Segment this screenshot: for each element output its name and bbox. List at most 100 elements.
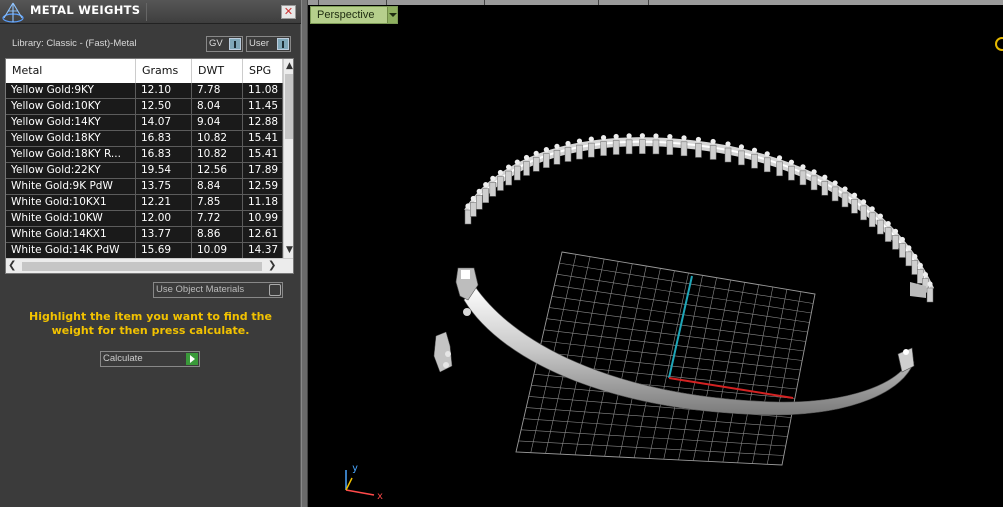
table-row[interactable]: White Gold:14KX1 13.77 8.86 12.61 bbox=[6, 227, 283, 243]
metal-cell: Yellow Gold:18KY R... bbox=[6, 147, 136, 162]
bracelet-bead bbox=[626, 133, 632, 139]
bracelet-bead bbox=[465, 203, 471, 209]
user-toggle-label: User bbox=[249, 38, 270, 49]
column-header-dwt[interactable]: DWT bbox=[192, 59, 243, 83]
gv-toggle-switch-icon[interactable] bbox=[229, 38, 241, 50]
metal-weights-table: Metal Grams DWT SPG Yellow Gold:9KY 12.1… bbox=[5, 58, 294, 274]
bracelet-bead bbox=[681, 135, 687, 141]
table-row[interactable]: Yellow Gold:18KY R... 16.83 10.82 15.41 bbox=[6, 147, 283, 163]
bracelet-link bbox=[738, 150, 745, 166]
metal-cell: White Gold:10KX1 bbox=[6, 195, 136, 210]
bracelet-link bbox=[652, 139, 660, 155]
bracelet-link bbox=[877, 219, 884, 235]
use-object-materials-checkbox[interactable]: Use Object Materials bbox=[153, 282, 283, 298]
title-separator bbox=[146, 3, 147, 21]
bracelet-link bbox=[892, 235, 899, 250]
bracelet-bead bbox=[639, 133, 645, 139]
spg-cell: 10.99 bbox=[243, 211, 283, 226]
spg-cell: 15.41 bbox=[243, 131, 283, 146]
panel-titlebar: METAL WEIGHTS ✕ bbox=[0, 0, 301, 24]
table-row[interactable]: Yellow Gold:14KY 14.07 9.04 12.88 bbox=[6, 115, 283, 131]
bracelet-link bbox=[788, 165, 795, 181]
column-header-metal[interactable]: Metal bbox=[6, 59, 136, 83]
user-toggle-switch-icon[interactable] bbox=[277, 38, 289, 50]
instruction-text: Highlight the item you want to find the … bbox=[29, 310, 272, 337]
bracelet-bead bbox=[710, 138, 716, 145]
grams-cell: 12.00 bbox=[136, 211, 192, 226]
bracelet-bead bbox=[613, 133, 619, 140]
metal-cell: White Gold:9K PdW bbox=[6, 179, 136, 194]
bracelet-link bbox=[884, 227, 892, 242]
bracelet-link bbox=[612, 140, 620, 155]
bracelet-link bbox=[588, 142, 595, 158]
dwt-cell: 12.56 bbox=[192, 163, 243, 178]
table-row[interactable]: Yellow Gold:18KY 16.83 10.82 15.41 bbox=[6, 131, 283, 147]
table-vertical-scrollbar[interactable]: ▲ ▼ bbox=[283, 59, 293, 258]
column-header-spg[interactable]: SPG bbox=[243, 59, 283, 83]
dwt-cell: 8.04 bbox=[192, 99, 243, 114]
table-row[interactable]: White Gold:10KW 12.00 7.72 10.99 bbox=[6, 211, 283, 227]
table-row[interactable]: White Gold:9K PdW 13.75 8.84 12.59 bbox=[6, 179, 283, 195]
scroll-up-icon[interactable]: ▲ bbox=[284, 59, 293, 73]
bracelet-bead bbox=[885, 220, 891, 227]
close-icon[interactable]: ✕ bbox=[281, 5, 296, 19]
column-header-grams[interactable]: Grams bbox=[136, 59, 192, 83]
horizontal-scroll-thumb[interactable] bbox=[22, 262, 262, 271]
spg-cell: 12.59 bbox=[243, 179, 283, 194]
panel-splitter[interactable] bbox=[301, 0, 308, 507]
bracelet-link bbox=[905, 251, 913, 267]
scroll-left-icon[interactable]: ❮ bbox=[8, 260, 16, 271]
bracelet-bead bbox=[906, 245, 912, 251]
view-mode-dropdown[interactable]: Perspective bbox=[310, 6, 398, 24]
scroll-right-icon[interactable]: ❯ bbox=[268, 260, 276, 271]
bracelet-link bbox=[505, 170, 512, 186]
spg-cell: 15.41 bbox=[243, 147, 283, 162]
axis-y-label: y bbox=[352, 463, 359, 474]
spg-cell: 17.89 bbox=[243, 163, 283, 178]
bracelet-link bbox=[695, 143, 702, 158]
bracelet-bead bbox=[476, 188, 482, 194]
bracelet-link bbox=[724, 147, 732, 163]
bracelet-link bbox=[763, 157, 771, 173]
bracelet-bead bbox=[922, 271, 929, 278]
bracelet-link bbox=[831, 186, 839, 202]
bracelet-bead bbox=[600, 135, 607, 141]
scroll-down-icon[interactable]: ▼ bbox=[284, 243, 293, 257]
table-horizontal-scrollbar[interactable]: ❮ ❯ bbox=[6, 258, 293, 273]
bracelet-link bbox=[821, 180, 829, 196]
vertical-scroll-thumb[interactable] bbox=[285, 74, 293, 139]
gv-toggle[interactable]: GV bbox=[206, 36, 243, 52]
bracelet-bead bbox=[800, 164, 806, 170]
calculate-button[interactable]: Calculate bbox=[100, 351, 200, 367]
table-row[interactable]: Yellow Gold:9KY 12.10 7.78 11.08 bbox=[6, 83, 283, 99]
grams-cell: 13.75 bbox=[136, 179, 192, 194]
bracelet-bead bbox=[738, 144, 745, 150]
calculate-button-label: Calculate bbox=[103, 353, 143, 364]
bracelet-bead bbox=[832, 180, 838, 186]
table-row[interactable]: White Gold:10KX1 12.21 7.85 11.18 bbox=[6, 195, 283, 211]
metal-cell: White Gold:10KW bbox=[6, 211, 136, 226]
bracelet-link bbox=[576, 144, 583, 160]
user-toggle[interactable]: User bbox=[246, 36, 291, 52]
bracelet-bead bbox=[470, 195, 476, 202]
table-row[interactable]: White Gold:14K PdW 15.69 10.09 14.37 bbox=[6, 243, 283, 258]
axis-tripod bbox=[345, 470, 375, 496]
view-mode-label: Perspective bbox=[317, 9, 375, 21]
checkbox-icon[interactable] bbox=[269, 284, 281, 296]
bracelet-bead bbox=[695, 136, 702, 143]
bracelet-bead bbox=[822, 174, 828, 180]
dwt-cell: 7.72 bbox=[192, 211, 243, 226]
bracelet-bead bbox=[554, 143, 560, 149]
3d-viewport[interactable]: y x Perspective bbox=[308, 0, 1003, 507]
table-row[interactable]: Yellow Gold:22KY 19.54 12.56 17.89 bbox=[6, 163, 283, 179]
clasp-part bbox=[433, 331, 453, 373]
chevron-down-icon[interactable] bbox=[387, 7, 397, 23]
table-row[interactable]: Yellow Gold:10KY 12.50 8.04 11.45 bbox=[6, 99, 283, 115]
bracelet-link bbox=[911, 260, 919, 275]
3d-scene[interactable] bbox=[308, 0, 1003, 507]
play-arrow-icon[interactable] bbox=[186, 353, 198, 365]
metal-cell: Yellow Gold:18KY bbox=[6, 131, 136, 146]
bracelet-bead bbox=[725, 141, 731, 147]
dwt-cell: 8.84 bbox=[192, 179, 243, 194]
bracelet-link bbox=[899, 243, 906, 258]
